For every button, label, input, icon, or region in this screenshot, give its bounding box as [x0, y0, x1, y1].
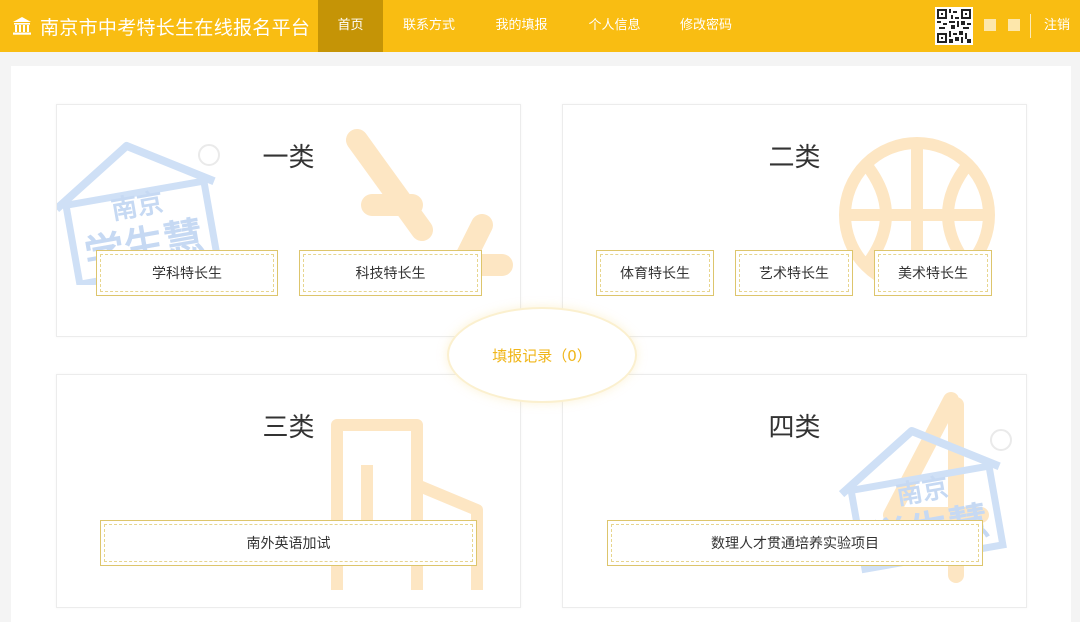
nav-personal-info[interactable]: 个人信息 [568, 0, 661, 52]
submission-records-label: 填报记录（0） [492, 346, 592, 365]
option-fine-arts-specialty[interactable]: 美术特长生 [874, 250, 992, 296]
option-academic-specialty[interactable]: 学科特长生 [96, 250, 278, 296]
category-card-4: 南京 学生慧 四类 数理人才贯通培养实验项目 [562, 374, 1027, 608]
nav-home[interactable]: 首页 [318, 0, 383, 52]
card-title: 一类 [262, 143, 315, 173]
logout-link[interactable]: 注销 [1044, 0, 1070, 52]
category-card-2: 二类 体育特长生 艺术特长生 美术特长生 [562, 104, 1027, 337]
brand: 南京市中考特长生在线报名平台 [12, 0, 310, 52]
card-title: 四类 [768, 413, 821, 443]
option-sports-specialty[interactable]: 体育特长生 [596, 250, 714, 296]
header-square-icon[interactable] [1008, 19, 1020, 31]
category-card-3: 三类 南外英语加试 [56, 374, 521, 608]
platform-title: 南京市中考特长生在线报名平台 [40, 16, 311, 39]
card-title: 三类 [262, 413, 315, 443]
nav-change-password[interactable]: 修改密码 [661, 0, 751, 52]
option-arts-specialty[interactable]: 艺术特长生 [735, 250, 853, 296]
nav-my-submissions[interactable]: 我的填报 [475, 0, 568, 52]
svg-text:南京: 南京 [109, 187, 166, 227]
top-navigation-bar: 南京市中考特长生在线报名平台 首页 联系方式 我的填报 个人信息 修改密码 注销 [0, 0, 1080, 52]
option-nanwai-english-exam[interactable]: 南外英语加试 [100, 520, 477, 566]
header-square-icon[interactable] [984, 19, 996, 31]
svg-text:南京: 南京 [894, 472, 951, 512]
qr-code [935, 7, 973, 45]
nav-contact[interactable]: 联系方式 [383, 0, 475, 52]
card-title: 二类 [768, 143, 821, 173]
institution-icon [13, 17, 31, 35]
submission-records-button[interactable]: 填报记录（0） [447, 307, 637, 403]
option-technology-specialty[interactable]: 科技特长生 [299, 250, 482, 296]
category-card-1: 南京 学生慧 一类 学科特长生 科技特长生 [56, 104, 521, 337]
option-math-science-talent-program[interactable]: 数理人才贯通培养实验项目 [607, 520, 983, 566]
header-divider [1030, 14, 1031, 38]
main-nav: 首页 联系方式 我的填报 个人信息 修改密码 [318, 0, 751, 52]
